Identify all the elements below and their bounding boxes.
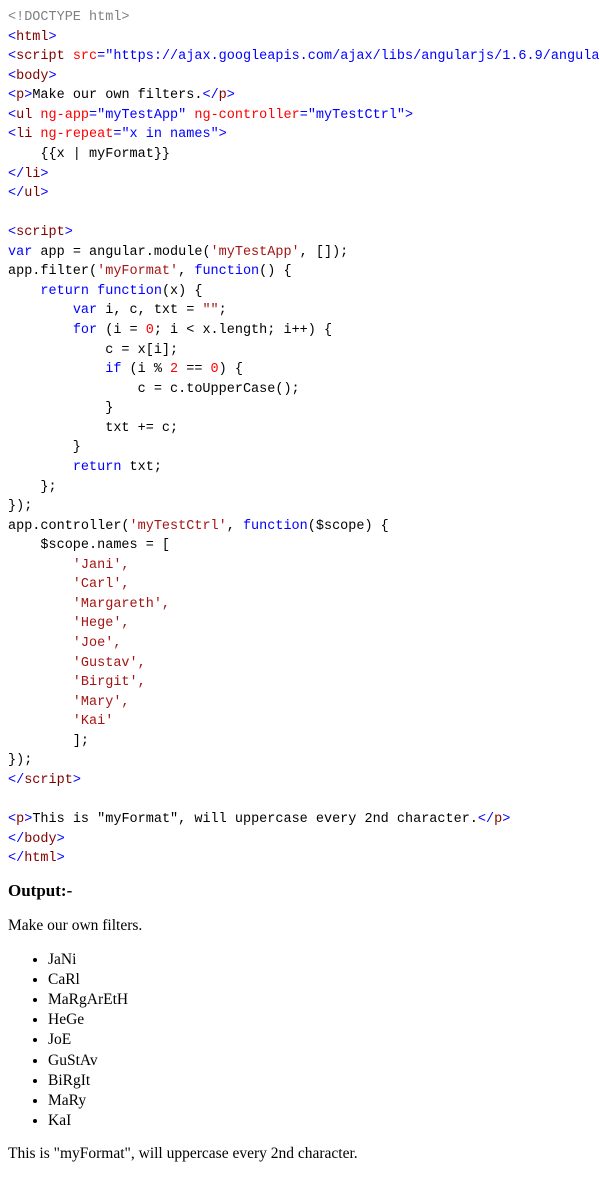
- output-paragraph-2: This is "myFormat", will uppercase every…: [8, 1143, 592, 1165]
- output-heading: Output:-: [8, 879, 592, 904]
- list-item: HeGe: [48, 1010, 592, 1030]
- output-block: Make our own filters. JaNi CaRl MaRgArEt…: [8, 915, 592, 1165]
- list-item: JoE: [48, 1030, 592, 1050]
- list-item: MaRy: [48, 1091, 592, 1111]
- output-list: JaNi CaRl MaRgArEtH HeGe JoE GuStAv BiRg…: [8, 950, 592, 1131]
- list-item: JaNi: [48, 950, 592, 970]
- output-paragraph-1: Make our own filters.: [8, 915, 592, 937]
- list-item: MaRgArEtH: [48, 990, 592, 1010]
- code-block: <!DOCTYPE html> <html> <script src="http…: [8, 8, 592, 869]
- list-item: BiRgIt: [48, 1071, 592, 1091]
- list-item: CaRl: [48, 970, 592, 990]
- list-item: GuStAv: [48, 1051, 592, 1071]
- doctype: <!DOCTYPE html>: [8, 10, 130, 25]
- list-item: KaI: [48, 1111, 592, 1131]
